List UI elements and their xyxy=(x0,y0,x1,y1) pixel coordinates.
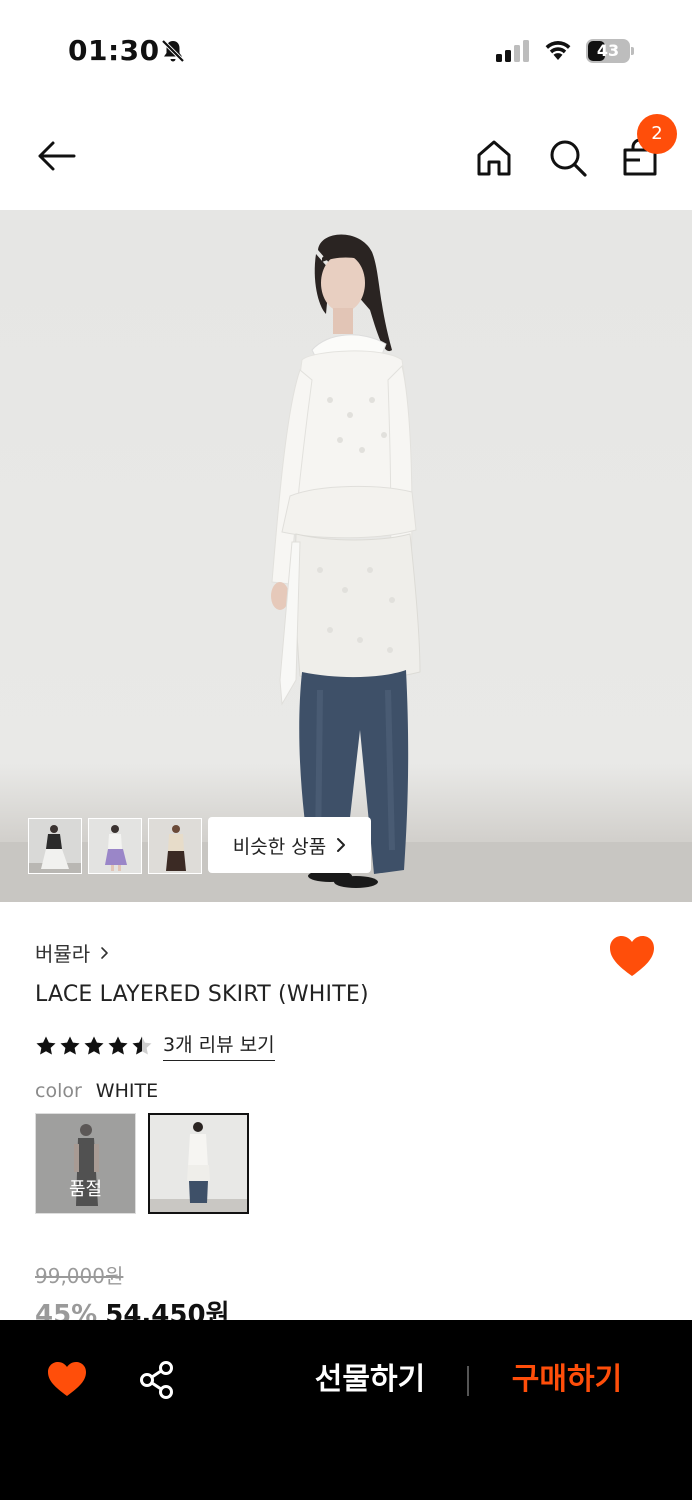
cart-count-badge: 2 xyxy=(637,114,677,154)
home-icon[interactable] xyxy=(472,136,516,180)
chevron-right-icon xyxy=(337,838,346,852)
top-nav xyxy=(0,100,692,210)
search-icon[interactable] xyxy=(546,136,590,180)
soldout-label: 품절 xyxy=(68,1179,103,1200)
color-row: color WHITE xyxy=(35,1080,158,1102)
model-photo xyxy=(0,234,692,902)
status-time: 01:30 xyxy=(68,34,160,67)
brand-link[interactable]: 버뮬라 xyxy=(35,938,109,967)
color-swatch-white[interactable] xyxy=(148,1113,249,1214)
like-heart-icon[interactable] xyxy=(46,1360,88,1398)
similar-products-label: 비슷한 상품 xyxy=(232,835,327,858)
divider xyxy=(467,1366,469,1396)
chevron-right-icon xyxy=(101,946,109,959)
back-arrow-icon[interactable] xyxy=(34,134,78,178)
star-icon xyxy=(60,1036,80,1054)
product-image[interactable] xyxy=(0,210,692,902)
similar-thumbnail[interactable] xyxy=(88,818,142,874)
star-icon xyxy=(84,1036,104,1054)
product-title: LACE LAYERED SKIRT (WHITE) xyxy=(35,982,369,1007)
cellular-signal-icon xyxy=(496,40,529,62)
brand-name: 버뮬라 xyxy=(35,942,91,966)
similar-thumbnails xyxy=(28,818,202,874)
bottom-action-bar: 선물하기 구매하기 xyxy=(0,1320,692,1500)
rating-row: 3개 리뷰 보기 xyxy=(35,1030,275,1061)
bell-off-icon xyxy=(161,39,185,63)
similar-thumbnail[interactable] xyxy=(148,818,202,874)
battery-level: 43 xyxy=(596,41,620,60)
color-label: color xyxy=(35,1080,82,1102)
color-swatch-black[interactable]: 품절 xyxy=(35,1113,136,1214)
similar-products-button[interactable]: 비슷한 상품 xyxy=(208,817,371,873)
star-icon xyxy=(36,1036,56,1054)
star-rating xyxy=(35,1035,153,1057)
color-value: WHITE xyxy=(95,1080,159,1102)
review-link[interactable]: 3개 리뷰 보기 xyxy=(163,1030,275,1061)
star-icon xyxy=(132,1036,152,1054)
status-bar: 01:30 43 xyxy=(0,0,692,100)
share-icon[interactable] xyxy=(138,1360,178,1400)
wishlist-heart-icon[interactable] xyxy=(608,934,656,978)
buy-button[interactable]: 구매하기 xyxy=(498,1358,636,1402)
original-price: 99,000원 xyxy=(35,1264,124,1288)
similar-thumbnail[interactable] xyxy=(28,818,82,874)
gift-button[interactable]: 선물하기 xyxy=(300,1358,440,1402)
star-icon xyxy=(108,1036,128,1054)
wifi-icon xyxy=(545,40,571,60)
battery-indicator: 43 xyxy=(586,39,634,63)
